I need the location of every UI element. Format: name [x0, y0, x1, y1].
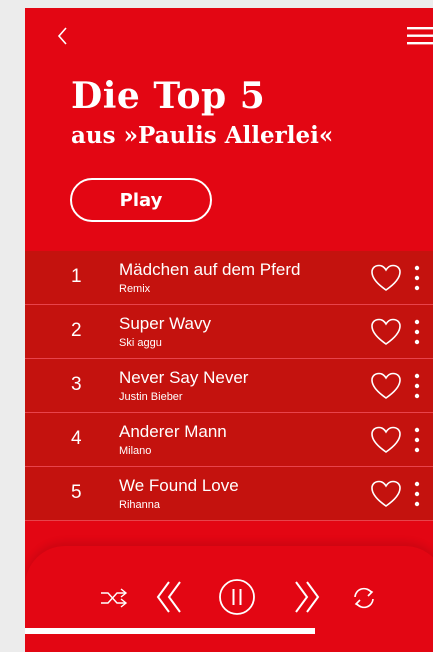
more-options-icon[interactable] — [411, 480, 423, 508]
previous-icon[interactable] — [155, 580, 183, 614]
track-artist: Justin Bieber — [119, 391, 183, 403]
player-bar — [25, 546, 433, 652]
track-artist: Ski aggu — [119, 337, 162, 349]
hamburger-menu-icon — [407, 27, 433, 45]
track-title: We Found Love — [119, 476, 239, 495]
track-row[interactable]: 3 Never Say Never Justin Bieber — [25, 359, 433, 413]
more-options-icon[interactable] — [411, 264, 423, 292]
heart-icon[interactable] — [371, 318, 401, 346]
progress-bar[interactable] — [25, 628, 433, 634]
track-row[interactable]: 1 Mädchen auf dem Pferd Remix — [25, 251, 433, 305]
track-title: Mädchen auf dem Pferd — [119, 260, 301, 279]
track-title: Super Wavy — [119, 314, 211, 333]
page-subtitle: aus »Paulis Allerlei« — [71, 122, 334, 149]
track-title: Anderer Mann — [119, 422, 227, 441]
chevron-left-icon — [57, 27, 67, 45]
track-row[interactable]: 2 Super Wavy Ski aggu — [25, 305, 433, 359]
playlist-screen: Die Top 5 aus »Paulis Allerlei« Play 1 M… — [25, 8, 433, 652]
track-number: 1 — [71, 266, 82, 287]
repeat-icon[interactable] — [351, 585, 377, 611]
more-options-icon[interactable] — [411, 318, 423, 346]
more-options-icon[interactable] — [411, 426, 423, 454]
next-icon[interactable] — [293, 580, 321, 614]
more-options-icon[interactable] — [411, 372, 423, 400]
back-button[interactable] — [52, 24, 76, 48]
track-list: 1 Mädchen auf dem Pferd Remix 2 Super Wa… — [25, 251, 433, 521]
menu-button[interactable] — [407, 23, 433, 49]
track-artist: Rihanna — [119, 499, 160, 511]
heart-icon[interactable] — [371, 264, 401, 292]
play-button[interactable]: Play — [70, 178, 212, 222]
heart-icon[interactable] — [371, 480, 401, 508]
track-number: 2 — [71, 320, 82, 341]
track-number: 5 — [71, 482, 82, 503]
progress-fill — [25, 628, 315, 634]
heart-icon[interactable] — [371, 372, 401, 400]
track-number: 3 — [71, 374, 82, 395]
heart-icon[interactable] — [371, 426, 401, 454]
track-title: Never Say Never — [119, 368, 249, 387]
track-artist: Milano — [119, 445, 152, 457]
track-artist: Remix — [119, 283, 151, 295]
page-title: Die Top 5 — [71, 75, 266, 117]
track-row[interactable]: 4 Anderer Mann Milano — [25, 413, 433, 467]
shuffle-icon[interactable] — [100, 586, 128, 610]
track-number: 4 — [71, 428, 82, 449]
pause-icon[interactable] — [218, 578, 256, 616]
play-button-label: Play — [119, 189, 163, 211]
track-row[interactable]: 5 We Found Love Rihanna — [25, 467, 433, 521]
